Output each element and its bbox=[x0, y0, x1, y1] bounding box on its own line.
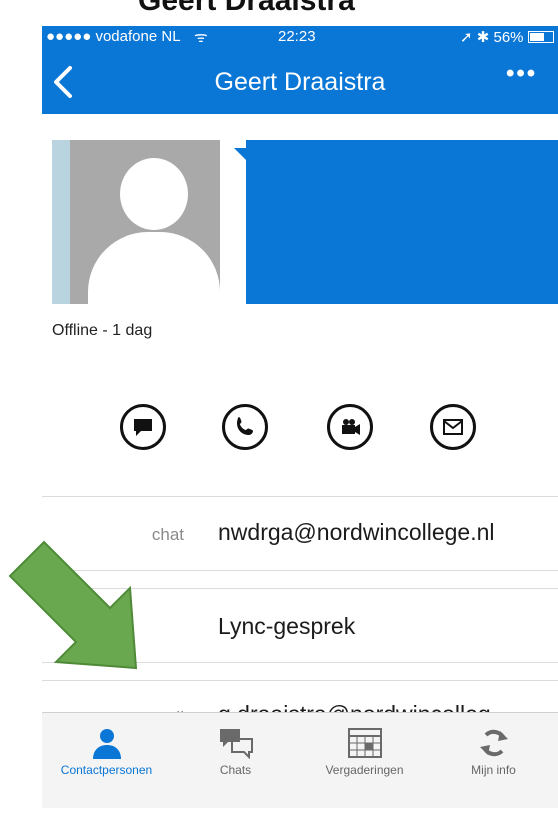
tab-label: Contactpersonen bbox=[60, 763, 153, 777]
envelope-icon bbox=[443, 419, 463, 435]
detail-value: Lync-gesprek bbox=[218, 613, 356, 639]
phone-screen: ●●●●● vodafone NL ᯤ 22:23 ➚ ✱ 56% Geert … bbox=[42, 26, 558, 808]
tab-label: Vergaderingen bbox=[325, 763, 404, 777]
phone-icon bbox=[237, 417, 253, 435]
chat-action-button[interactable] bbox=[120, 404, 166, 450]
tab-my-info[interactable]: Mijn info bbox=[429, 713, 558, 808]
wifi-icon: ᯤ bbox=[194, 29, 208, 46]
person-silhouette-icon bbox=[120, 158, 188, 230]
note-bubble-tail bbox=[234, 148, 246, 160]
detail-value: nwdrga@nordwincollege.nl bbox=[218, 519, 495, 545]
battery-status: ➚ ✱ 56% bbox=[460, 28, 554, 46]
carrier-signal: ●●●●● vodafone NL bbox=[46, 28, 181, 45]
screenshot-frame-top: Geert Draaistra bbox=[0, 0, 558, 26]
frame-caption: Geert Draaistra bbox=[138, 0, 355, 17]
avatar bbox=[52, 140, 220, 304]
contact-actions bbox=[42, 404, 558, 454]
status-bar: ●●●●● vodafone NL ᯤ 22:23 ➚ ✱ 56% bbox=[42, 26, 558, 50]
call-action-button[interactable] bbox=[222, 404, 268, 450]
battery-text: ➚ ✱ 56% bbox=[460, 29, 524, 46]
tab-chats[interactable]: Chats bbox=[171, 713, 300, 808]
detail-row-email-visible[interactable] bbox=[42, 681, 558, 712]
person-icon bbox=[92, 729, 121, 759]
video-action-button[interactable] bbox=[327, 404, 373, 450]
email-action-button[interactable] bbox=[430, 404, 476, 450]
presence-status: Offline - 1 dag bbox=[52, 322, 153, 339]
tab-contacts[interactable]: Contactpersonen bbox=[42, 713, 171, 808]
annotation-arrow-icon bbox=[8, 540, 138, 670]
status-note-bubble bbox=[246, 140, 558, 304]
tab-label: Mijn info bbox=[471, 763, 516, 777]
calendar-icon bbox=[347, 728, 382, 758]
sync-icon bbox=[479, 729, 508, 757]
video-camera-icon bbox=[342, 419, 360, 435]
chats-icon bbox=[219, 729, 253, 759]
tab-meetings[interactable]: Vergaderingen bbox=[300, 713, 429, 808]
chat-bubble-icon bbox=[134, 419, 152, 436]
navigation-bar: Geert Draaistra ••• bbox=[42, 50, 558, 114]
tab-label: Chats bbox=[219, 763, 252, 777]
battery-icon bbox=[527, 31, 554, 43]
status-time: 22:23 bbox=[278, 28, 316, 45]
more-options-button[interactable]: ••• bbox=[506, 60, 537, 88]
page-title: Geert Draaistra bbox=[214, 68, 386, 96]
tab-bar: Contactpersonen Chats Vergaderingen Mijn… bbox=[42, 712, 558, 808]
